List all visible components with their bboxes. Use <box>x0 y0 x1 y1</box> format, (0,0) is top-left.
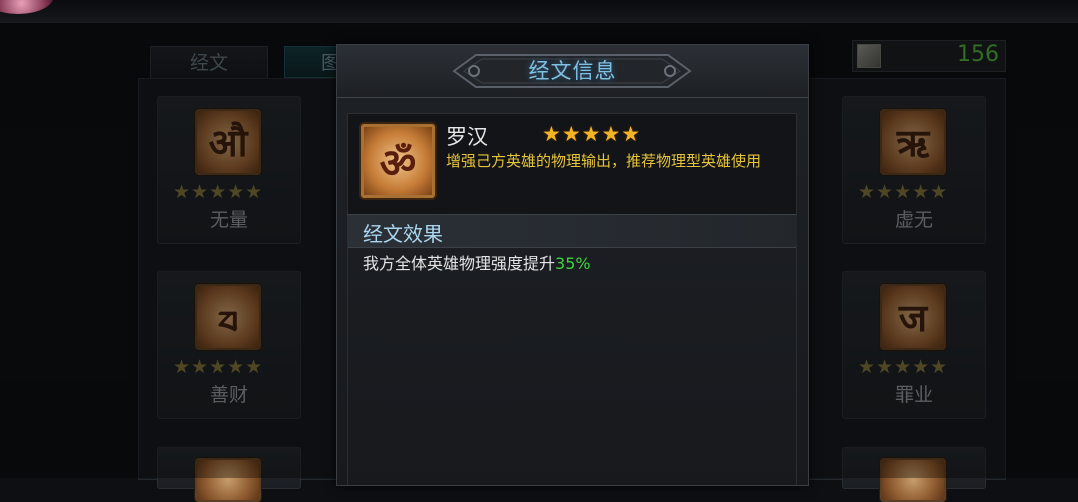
star-rating: ★★★★★ <box>542 122 642 146</box>
effect-description: 我方全体英雄物理强度提升35% <box>363 250 591 274</box>
effect-section-header: 经文效果 <box>347 214 797 248</box>
scripture-description: 增强己方英雄的物理输出，推荐物理型英雄使用 <box>446 152 762 170</box>
dialog-title: 经文信息 <box>528 59 617 83</box>
scripture-summary: ॐ 罗汉 ★★★★★ 增强己方英雄的物理输出，推荐物理型英雄使用 <box>347 113 797 215</box>
dialog-header: 经文信息 <box>337 45 808 98</box>
effect-frame <box>347 245 797 485</box>
effect-value: 35% <box>555 254 591 273</box>
top-bar <box>0 0 1078 23</box>
scripture-name: 罗汉 <box>446 125 488 149</box>
arhat-scripture-icon: ॐ <box>361 124 435 198</box>
scripture-info-dialog: 经文信息 ॐ 罗汉 ★★★★★ 增强己方英雄的物理输出，推荐物理型英雄使用 经文… <box>336 44 809 486</box>
effect-section-title: 经文效果 <box>363 222 443 246</box>
player-avatar[interactable] <box>0 0 54 14</box>
effect-text: 我方全体英雄物理强度提升 <box>363 254 556 273</box>
